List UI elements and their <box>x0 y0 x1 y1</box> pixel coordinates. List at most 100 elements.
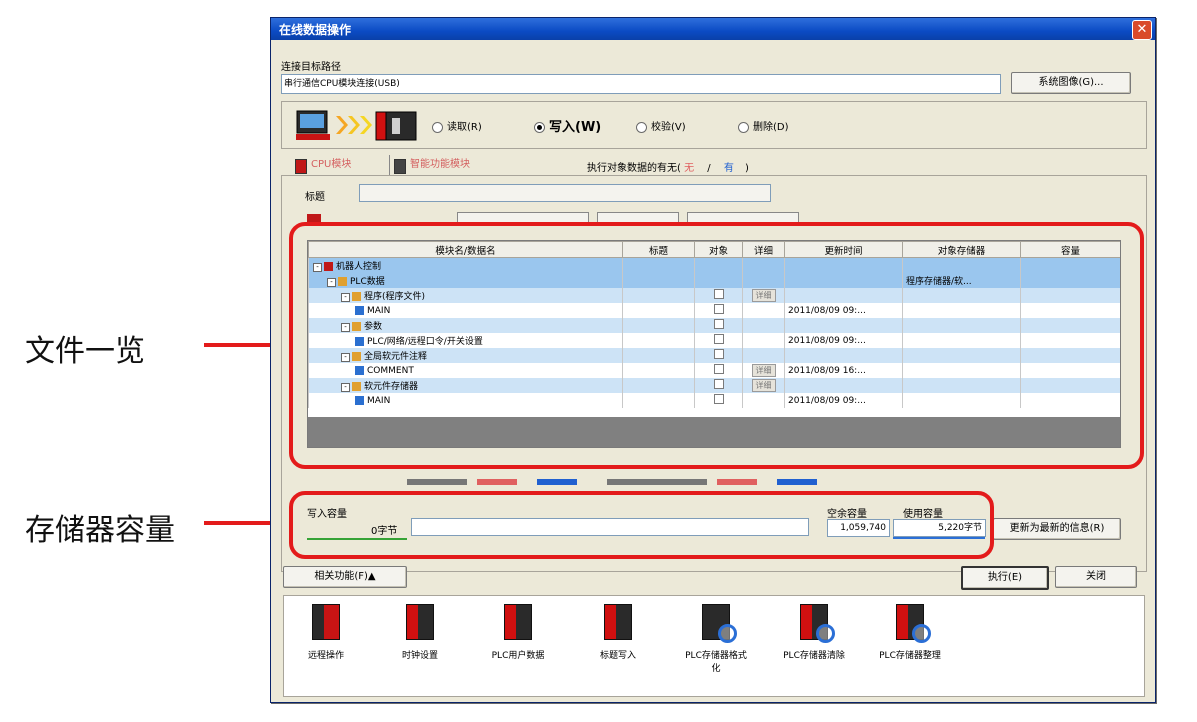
tool-plc-memory-format[interactable]: PLC存储器格式化 <box>676 604 756 674</box>
tool-plc-memory-clear[interactable]: PLC存储器清除 <box>774 604 854 661</box>
col-header-updated[interactable]: 更新时间 <box>784 241 903 258</box>
tool-plc-memory-arrange[interactable]: PLC存储器整理 <box>870 604 950 661</box>
tree-node-icon <box>352 352 361 361</box>
row-target-checkbox[interactable] <box>713 319 724 329</box>
row-updated-cell: 2011/08/09 09:... <box>784 303 903 318</box>
row-name-cell: MAIN <box>308 303 623 318</box>
row-capacity-cell <box>1020 393 1120 408</box>
toolbar-button-fragment-3 <box>687 212 799 222</box>
refresh-info-button[interactable]: 更新为最新的信息(R) <box>993 518 1121 540</box>
table-row[interactable]: - 软元件存储器 详细 <box>308 378 1120 393</box>
row-capacity-cell <box>1020 303 1120 318</box>
close-button[interactable]: 关闭 <box>1055 566 1137 588</box>
settings-fragment-3 <box>537 479 577 485</box>
tree-expander-icon[interactable]: - <box>341 353 350 362</box>
row-target-cell <box>694 348 743 363</box>
row-detail-cell: 详细 <box>742 363 785 378</box>
row-memory-cell <box>902 318 1021 333</box>
row-detail-cell: 详细 <box>742 378 785 393</box>
row-name-cell: MAIN <box>308 393 623 408</box>
tree-expander-icon[interactable]: - <box>313 263 322 272</box>
operation-panel: 读取(R) 写入(W) 校验(V) 删除(D) <box>281 101 1147 149</box>
row-title-cell <box>622 273 695 288</box>
tool-plc-memory-format-label: PLC存储器格式化 <box>685 651 747 674</box>
used-capacity-label: 使用容量 <box>903 509 943 520</box>
table-row[interactable]: MAIN 2011/08/09 09:... <box>308 303 1120 318</box>
tree-expander-icon[interactable]: - <box>341 323 350 332</box>
row-detail-button[interactable]: 详细 <box>751 379 776 392</box>
row-target-checkbox[interactable] <box>713 289 724 299</box>
row-title-cell <box>622 288 695 303</box>
col-header-memory[interactable]: 对象存储器 <box>902 241 1021 258</box>
row-target-checkbox[interactable] <box>713 394 724 404</box>
table-row[interactable]: - PLC数据 程序存储器/软... <box>308 273 1120 288</box>
delete-radio[interactable]: 删除(D) <box>738 118 789 133</box>
tree-expander-icon[interactable]: - <box>327 278 336 287</box>
row-memory-cell <box>902 303 1021 318</box>
row-name-cell: COMMENT <box>308 363 623 378</box>
row-name-cell: PLC/网络/远程口令/开关设置 <box>308 333 623 348</box>
row-memory-cell <box>902 288 1021 303</box>
related-functions-panel: 远程操作 时钟设置 PLC用户数据 标题写入 PLC存储器格式化 PLC存储器清… <box>283 595 1145 697</box>
row-updated-cell <box>784 378 903 393</box>
row-updated: 2011/08/09 09:... <box>788 395 866 406</box>
related-functions-button[interactable]: 相关功能(F)▲ <box>283 566 407 588</box>
tree-expander-icon[interactable]: - <box>341 293 350 302</box>
connection-path-field: 串行通信CPU模块连接(USB) <box>281 74 1001 94</box>
module-data-table: 模块名/数据名 标题 对象 详细 更新时间 对象存储器 容量 - 机器人控制 - PL… <box>307 240 1121 448</box>
row-name: 软元件存储器 <box>364 382 419 392</box>
intelligent-module-icon <box>394 159 406 174</box>
system-image-button[interactable]: 系统图像(G)... <box>1011 72 1131 94</box>
row-detail-cell <box>742 348 785 363</box>
verify-radio[interactable]: 校验(V) <box>636 118 686 133</box>
table-row[interactable]: PLC/网络/远程口令/开关设置 2011/08/09 09:... <box>308 333 1120 348</box>
tree-node-icon <box>352 322 361 331</box>
table-row[interactable]: - 全局软元件注释 <box>308 348 1120 363</box>
tree-expander-icon[interactable]: - <box>341 383 350 392</box>
row-target-checkbox[interactable] <box>713 304 724 314</box>
row-target-checkbox[interactable] <box>713 379 724 389</box>
execute-button[interactable]: 执行(E) <box>961 566 1049 590</box>
table-row[interactable]: COMMENT 详细 2011/08/09 16:... <box>308 363 1120 378</box>
table-row[interactable]: - 机器人控制 <box>308 257 1120 273</box>
free-capacity-value: 1,059,740 <box>827 519 890 537</box>
row-detail-button[interactable]: 详细 <box>751 364 776 377</box>
tool-remote-operation[interactable]: 远程操作 <box>286 604 366 661</box>
row-target-cell <box>694 273 743 288</box>
tool-plc-user-data[interactable]: PLC用户数据 <box>478 604 558 661</box>
settings-status-fragment <box>407 479 847 485</box>
settings-fragment-4 <box>607 479 707 485</box>
row-detail-button[interactable]: 详细 <box>751 289 776 302</box>
close-window-icon[interactable]: ✕ <box>1132 20 1152 40</box>
row-detail-cell <box>742 257 785 273</box>
free-capacity-label: 空余容量 <box>827 509 867 520</box>
read-radio[interactable]: 读取(R) <box>432 118 482 133</box>
row-target-checkbox[interactable] <box>713 364 724 374</box>
data-table: 模块名/数据名 标题 对象 详细 更新时间 对象存储器 容量 - 机器人控制 - PL… <box>308 241 1120 408</box>
col-header-target[interactable]: 对象 <box>694 241 743 258</box>
row-target-cell <box>694 363 743 378</box>
tab-cpu-module[interactable]: CPU模块 <box>293 155 351 175</box>
tool-plc-memory-clear-label: PLC存储器清除 <box>783 651 845 661</box>
row-target-checkbox[interactable] <box>713 334 724 344</box>
write-radio[interactable]: 写入(W) <box>534 116 601 135</box>
tool-title-write[interactable]: 标题写入 <box>578 604 658 661</box>
title-input[interactable] <box>359 184 771 202</box>
target-existence-yes: 有 <box>723 163 734 174</box>
col-header-name[interactable]: 模块名/数据名 <box>308 241 623 258</box>
table-row[interactable]: MAIN 2011/08/09 09:... <box>308 393 1120 408</box>
col-header-detail[interactable]: 详细 <box>742 241 785 258</box>
tab-intelligent-module[interactable]: 智能功能模块 <box>389 155 470 175</box>
table-row[interactable]: - 程序(程序文件) 详细 <box>308 288 1120 303</box>
row-detail-cell: 详细 <box>742 288 785 303</box>
cpu-module-icon <box>295 159 307 174</box>
col-header-capacity[interactable]: 容量 <box>1020 241 1120 258</box>
table-row[interactable]: - 参数 <box>308 318 1120 333</box>
table-body: - 机器人控制 - PLC数据 程序存储器/软... - 程序(程序文件) 详细 MAIN 201… <box>308 257 1120 408</box>
row-target-checkbox[interactable] <box>713 349 724 359</box>
write-capacity-label: 写入容量 <box>307 509 347 520</box>
col-header-title[interactable]: 标题 <box>622 241 695 258</box>
write-capacity-value: 0字节 <box>371 526 398 537</box>
tool-clock-setting[interactable]: 时钟设置 <box>380 604 460 661</box>
row-updated: 2011/08/09 09:... <box>788 335 866 346</box>
